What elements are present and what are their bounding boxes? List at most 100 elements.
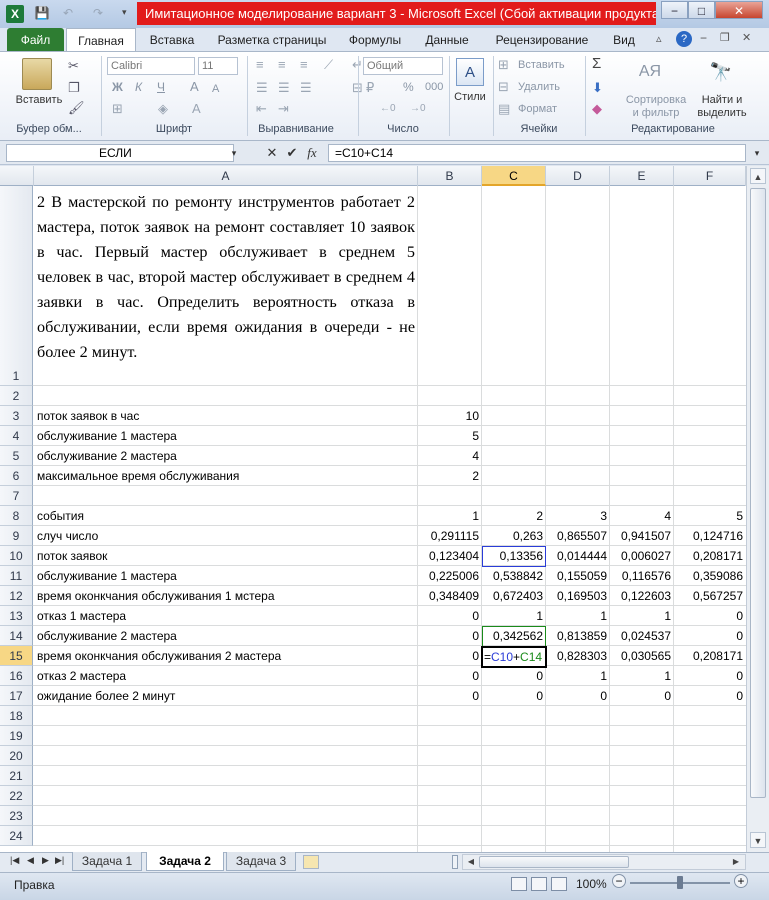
row-header-3[interactable]: 3 [0, 406, 33, 426]
row-header-5[interactable]: 5 [0, 446, 33, 466]
cell-e9[interactable]: 0,941507 [610, 526, 674, 546]
sheet-tab-1[interactable]: Задача 1 [72, 852, 142, 871]
cell-a12[interactable]: время оконкчания обслуживания 1 мстера [34, 586, 418, 606]
tab-data[interactable]: Данные [418, 28, 476, 52]
cell-d4[interactable] [546, 426, 610, 446]
row-header-18[interactable]: 18 [0, 706, 33, 726]
cell-b11[interactable]: 0,225006 [418, 566, 482, 586]
cell-e6[interactable] [610, 466, 674, 486]
borders-icon[interactable]: ⊞ [112, 101, 123, 117]
cell-c3[interactable] [482, 406, 546, 426]
scroll-up-icon[interactable]: ▲ [750, 168, 766, 184]
format-cells-icon[interactable]: ▤ [498, 101, 510, 117]
cell-e12[interactable]: 0,122603 [610, 586, 674, 606]
underline-button[interactable]: Ч [157, 80, 165, 94]
zoom-in-icon[interactable]: + [734, 874, 748, 888]
redo-icon[interactable]: ↷ [90, 5, 106, 21]
tab-home[interactable]: Главная [66, 28, 136, 52]
fill-icon[interactable]: ⬇ [592, 80, 603, 96]
cell-a10[interactable]: поток заявок [34, 546, 418, 566]
decrease-indent-icon[interactable]: ⇤ [256, 101, 267, 117]
fill-color-icon[interactable]: ◈ [158, 101, 168, 117]
cell-b8[interactable]: 1 [418, 506, 482, 526]
row-header-7[interactable]: 7 [0, 486, 33, 506]
cell-b6[interactable]: 2 [418, 466, 482, 486]
align-right-icon[interactable]: ☰ [300, 80, 312, 96]
cell-e3[interactable] [610, 406, 674, 426]
bold-button[interactable]: Ж [112, 80, 123, 94]
cell-a15[interactable]: время оконкчания обслуживания 2 мастера [34, 646, 418, 666]
cell-f17[interactable]: 0 [674, 686, 746, 706]
cell-e8[interactable]: 4 [610, 506, 674, 526]
cell-c13[interactable]: 1 [482, 606, 546, 626]
cell-e10[interactable]: 0,006027 [610, 546, 674, 566]
align-top-icon[interactable]: ≡ [256, 57, 264, 73]
cell-a11[interactable]: обслуживание 1 мастера [34, 566, 418, 586]
cell-f14[interactable]: 0 [674, 626, 746, 646]
enter-icon[interactable]: ✔ [284, 144, 300, 162]
cell-a3[interactable]: поток заявок в час [34, 406, 418, 426]
cell-a8[interactable]: события [34, 506, 418, 526]
row-header-15[interactable]: 15 [0, 646, 33, 666]
cell-e4[interactable] [610, 426, 674, 446]
excel-app-icon[interactable]: X [6, 5, 24, 23]
cell-d14[interactable]: 0,813859 [546, 626, 610, 646]
cut-icon[interactable]: ✂ [68, 58, 79, 74]
cell-c12[interactable]: 0,672403 [482, 586, 546, 606]
row-header-4[interactable]: 4 [0, 426, 33, 446]
cell-e13[interactable]: 1 [610, 606, 674, 626]
cell-a14[interactable]: обслуживание 2 мастера [34, 626, 418, 646]
select-all-corner[interactable] [0, 166, 34, 186]
vertical-scrollbar[interactable]: ▲ ▼ [746, 166, 769, 852]
sheet-tab-3[interactable]: Задача 3 [226, 852, 296, 871]
cell-e5[interactable] [610, 446, 674, 466]
help-icon[interactable]: ? [676, 31, 692, 47]
cell-e11[interactable]: 0,116576 [610, 566, 674, 586]
cell-d12[interactable]: 0,169503 [546, 586, 610, 606]
cell-f6[interactable] [674, 466, 746, 486]
zoom-slider-thumb[interactable] [677, 876, 683, 889]
name-box[interactable]: ЕСЛИ [6, 144, 234, 162]
hscroll-right-icon[interactable]: ▶ [729, 855, 743, 869]
insert-cells-button[interactable]: Вставить [518, 59, 565, 71]
cell-b13[interactable]: 0 [418, 606, 482, 626]
column-header-e[interactable]: E [610, 166, 674, 186]
cell-d13[interactable]: 1 [546, 606, 610, 626]
row-header-17[interactable]: 17 [0, 686, 33, 706]
qat-customize-icon[interactable]: ▾ [122, 7, 127, 18]
sort-filter-line1[interactable]: Сортировка [620, 94, 692, 107]
cell-f8[interactable]: 5 [674, 506, 746, 526]
formula-input[interactable]: =C10+C14 [328, 144, 746, 162]
column-header-b[interactable]: B [418, 166, 482, 186]
tab-review[interactable]: Рецензирование [488, 28, 596, 52]
cell-a13[interactable]: отказ 1 мастера [34, 606, 418, 626]
row-header-13[interactable]: 13 [0, 606, 33, 626]
hscroll-left-icon[interactable]: ◀ [464, 855, 478, 869]
cell-f9[interactable]: 0,124716 [674, 526, 746, 546]
cell-c16[interactable]: 0 [482, 666, 546, 686]
cell-a6[interactable]: максимальное время обслуживания [34, 466, 418, 486]
row-header-12[interactable]: 12 [0, 586, 33, 606]
cell-f4[interactable] [674, 426, 746, 446]
copy-icon[interactable]: ❐ [68, 80, 80, 96]
cell-d8[interactable]: 3 [546, 506, 610, 526]
cell-a16[interactable]: отказ 2 мастера [34, 666, 418, 686]
sheet-nav-last-icon[interactable]: ▶| [55, 855, 64, 866]
font-grow-icon[interactable]: A [190, 79, 199, 95]
column-header-d[interactable]: D [546, 166, 610, 186]
undo-icon[interactable]: ↶ [60, 5, 76, 21]
row-header-10[interactable]: 10 [0, 546, 33, 566]
horizontal-scrollbar[interactable]: ◀ ▶ [462, 854, 746, 870]
cell-a17[interactable]: ожидание более 2 минут [34, 686, 418, 706]
cell-d11[interactable]: 0,155059 [546, 566, 610, 586]
cell-c8[interactable]: 2 [482, 506, 546, 526]
number-format-combo[interactable]: Общий [363, 57, 443, 75]
sort-filter-icon[interactable]: AЯ [638, 58, 662, 86]
currency-icon[interactable]: ₽ [366, 80, 374, 96]
tab-insert[interactable]: Вставка [142, 28, 202, 52]
decrease-decimal-icon[interactable]: →0 [410, 101, 426, 117]
styles-icon[interactable]: A [456, 58, 484, 86]
autosum-icon[interactable]: Σ [592, 56, 601, 72]
clear-icon[interactable]: ◆ [592, 101, 602, 117]
name-box-dropdown-icon[interactable]: ▾ [226, 144, 242, 162]
